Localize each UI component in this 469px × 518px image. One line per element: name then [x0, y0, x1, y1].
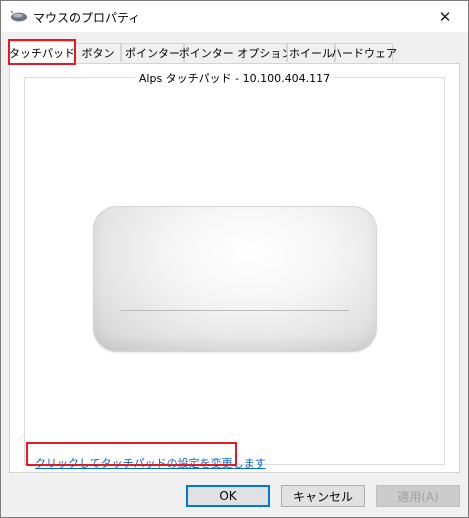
device-name-label: Alps タッチパッド - 10.100.404.117	[134, 72, 335, 85]
cancel-button[interactable]: キャンセル	[281, 485, 365, 507]
mouse-properties-window: マウスのプロパティ ✕ タッチパッド ボタン ポインター ポインター オプション…	[0, 0, 469, 518]
window-title: マウスのプロパティ	[33, 11, 141, 25]
apply-button[interactable]: 適用(A)	[376, 485, 460, 507]
tab-hardware[interactable]: ハードウェア	[331, 43, 397, 62]
touchpad-illustration	[93, 206, 377, 352]
device-group-box: Alps タッチパッド - 10.100.404.117 クリックしてタッチパッ…	[24, 72, 445, 470]
title-bar: マウスのプロパティ ✕	[1, 1, 468, 32]
touchpad-button-divider	[121, 310, 349, 311]
tab-wheel[interactable]: ホイール	[287, 43, 335, 62]
tab-pointer-options[interactable]: ポインター オプション	[179, 43, 292, 62]
tab-panel: Alps タッチパッド - 10.100.404.117 クリックしてタッチパッ…	[9, 63, 460, 473]
close-icon[interactable]: ✕	[422, 1, 468, 32]
tab-touchpad[interactable]: タッチパッド	[9, 41, 75, 64]
tab-buttons[interactable]: ボタン	[75, 43, 121, 62]
change-touchpad-settings-link[interactable]: クリックしてタッチパッドの設定を変更します	[35, 455, 266, 471]
mouse-icon	[10, 10, 28, 23]
tab-pointer[interactable]: ポインター	[121, 43, 184, 62]
ok-button[interactable]: OK	[186, 485, 270, 507]
